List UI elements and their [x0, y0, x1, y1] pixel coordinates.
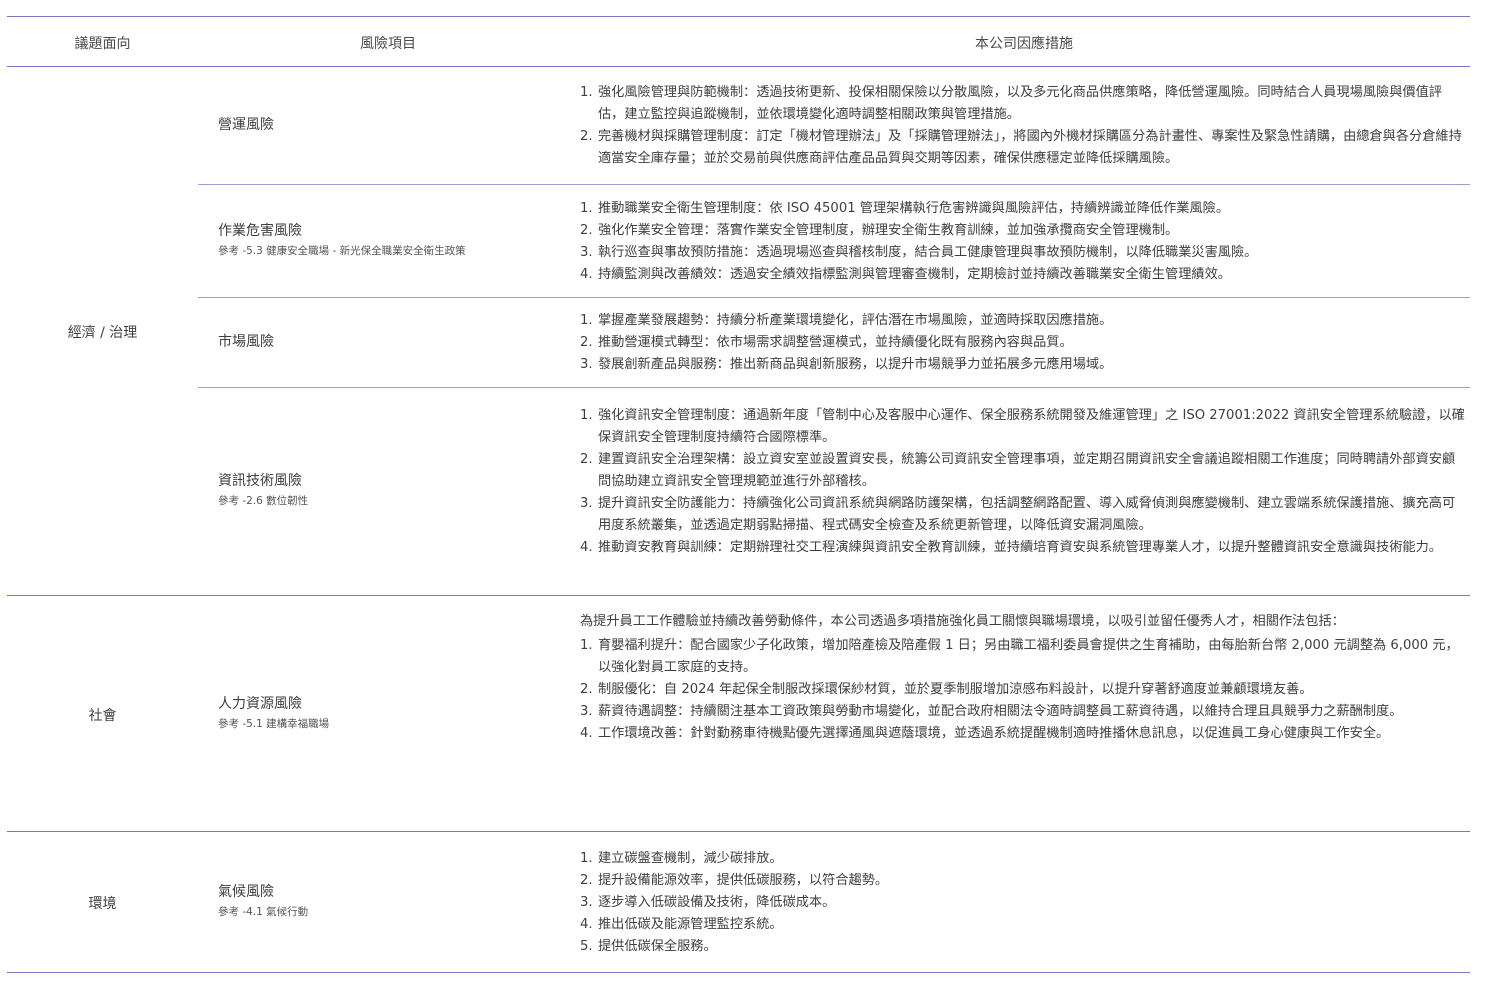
measures-intro: 為提升員工工作體驗並持續改善勞動條件，本公司透過多項措施強化員工關懷與職場環境，…	[580, 614, 1345, 629]
measure-item: 3. 提升資訊安全防護能力：持續強化公司資訊系統與網路防護架構，包括調整網路配置、…	[580, 496, 1456, 533]
measure-item: 1. 強化資訊安全管理制度：通過新年度「管制中心及客服中心運作、保全服務系統開發及…	[580, 408, 1465, 445]
measure-item: 4. 推動資安教育與訓練：定期辦理社交工程演練與資訊安全教育訓練，並持續培育資安與…	[580, 540, 1442, 555]
measure-item: 4. 工作環境改善：針對勤務車待機點優先選擇通風與遮蔭環境，並透過系統提醒機制適時…	[580, 726, 1390, 741]
measure-item: 4. 持續監測與改善績效：透過安全績效指標監測與管理審查機制，定期檢討並持續改善職…	[580, 267, 1231, 282]
table-bottom-rule	[7, 972, 1470, 973]
measures-list: 1. 建立碳盤查機制，減少碳排放。 2. 提升設備能源效率，提供低碳服務，以符合趨勢…	[580, 848, 1465, 958]
measure-item: 2. 制服優化：自 2024 年起保全制服改採環保紗材質，並於夏季制服增加涼感布料…	[580, 682, 1313, 697]
measure-item: 2. 強化作業安全管理：落實作業安全管理制度，辦理安全衛生教育訓練，並加強承攬商安…	[580, 223, 1179, 238]
risk-item: 市場風險	[218, 332, 558, 352]
risk-reference: 參考 -5.3 健康安全職場 - 新光保全職業安全衛生政策	[218, 245, 466, 257]
risk-reference: 參考 -4.1 氣候行動	[218, 906, 309, 918]
measure-item: 2. 建置資訊安全治理架構：設立資安室並設置資安長，統籌公司資訊安全管理事項，並定…	[580, 452, 1456, 489]
measure-item: 2. 推動營運模式轉型：依市場需求調整營運模式，並持續優化既有服務內容與品質。	[580, 335, 1073, 350]
measures-list: 1. 強化風險管理與防範機制：透過技術更新、投保相關保險以分散風險，以及多元化商品…	[580, 82, 1465, 170]
measures-list: 1. 推動職業安全衛生管理制度：依 ISO 45001 管理架構執行危害辨識與風險…	[580, 198, 1465, 286]
risk-name: 氣候風險	[218, 884, 274, 900]
risk-item: 資訊技術風險 參考 -2.6 數位韌性	[218, 471, 558, 509]
measures-list: 為提升員工工作體驗並持續改善勞動條件，本公司透過多項措施強化員工關懷與職場環境，…	[580, 609, 1465, 745]
risk-name: 資訊技術風險	[218, 473, 302, 489]
measures-list: 1. 掌握產業發展趨勢：持續分析產業環境變化，評估潛在市場風險，並適時採取因應措施…	[580, 310, 1465, 376]
risk-reference: 參考 -5.1 建構幸福職場	[218, 718, 330, 730]
measure-item: 4. 推出低碳及能源管理監控系統。	[580, 917, 783, 932]
header-bottom-rule	[7, 66, 1470, 67]
risk-name: 市場風險	[218, 334, 274, 350]
risk-reference: 參考 -2.6 數位韌性	[218, 495, 309, 507]
risk-name: 營運風險	[218, 117, 274, 133]
measure-item: 5. 提供低碳保全服務。	[580, 939, 717, 954]
row-divider	[198, 184, 1470, 185]
measure-item: 1. 掌握產業發展趨勢：持續分析產業環境變化，評估潛在市場風險，並適時採取因應措施…	[580, 313, 1113, 328]
measure-item: 1. 育嬰福利提升：配合國家少子化政策，增加陪產檢及陪產假 1 日；另由職工福利委…	[580, 638, 1459, 675]
measure-item: 3. 執行巡查與事故預防措施：透過現場巡查與稽核制度，結合員工健康管理與事故預防機…	[580, 245, 1258, 260]
measure-item: 3. 薪資待遇調整：持續關注基本工資政策與勞動市場變化，並配合政府相關法令適時調整…	[580, 704, 1403, 719]
category-environment: 環境	[88, 896, 117, 912]
risk-item: 氣候風險 參考 -4.1 氣候行動	[218, 882, 558, 920]
section-divider	[7, 595, 1470, 596]
risk-item: 人力資源風險 參考 -5.1 建構幸福職場	[218, 694, 558, 732]
risk-name: 人力資源風險	[218, 696, 302, 712]
risk-item: 作業危害風險 參考 -5.3 健康安全職場 - 新光保全職業安全衛生政策	[218, 221, 558, 259]
section-divider	[7, 831, 1470, 832]
row-divider	[198, 387, 1470, 388]
measure-item: 1. 強化風險管理與防範機制：透過技術更新、投保相關保險以分散風險，以及多元化商品…	[580, 85, 1442, 122]
column-header-topic: 議題面向	[74, 36, 131, 52]
risk-item: 營運風險	[218, 115, 558, 135]
measure-item: 1. 建立碳盤查機制，減少碳排放。	[580, 851, 783, 866]
column-header-measures: 本公司因應措施	[975, 36, 1073, 52]
measure-item: 3. 逐步導入低碳設備及技術，降低碳成本。	[580, 895, 836, 910]
row-divider	[198, 297, 1470, 298]
column-header-risk: 風險項目	[360, 36, 416, 52]
risk-name: 作業危害風險	[218, 223, 302, 239]
category-economy-governance: 經濟 / 治理	[67, 325, 138, 341]
measures-list: 1. 強化資訊安全管理制度：通過新年度「管制中心及客服中心運作、保全服務系統開發及…	[580, 405, 1465, 559]
measure-item: 3. 發展創新產品與服務：推出新商品與創新服務，以提升市場競爭力並拓展多元應用場域…	[580, 357, 1113, 372]
measure-item: 2. 提升設備能源效率，提供低碳服務，以符合趨勢。	[580, 873, 889, 888]
category-society: 社會	[88, 708, 117, 724]
measure-item: 2. 完善機材與採購管理制度：訂定「機材管理辦法」及「採購管理辦法」，將國內外機材…	[580, 129, 1462, 166]
measure-item: 1. 推動職業安全衛生管理制度：依 ISO 45001 管理架構執行危害辨識與風險…	[580, 201, 1230, 216]
table-top-rule	[7, 16, 1470, 17]
